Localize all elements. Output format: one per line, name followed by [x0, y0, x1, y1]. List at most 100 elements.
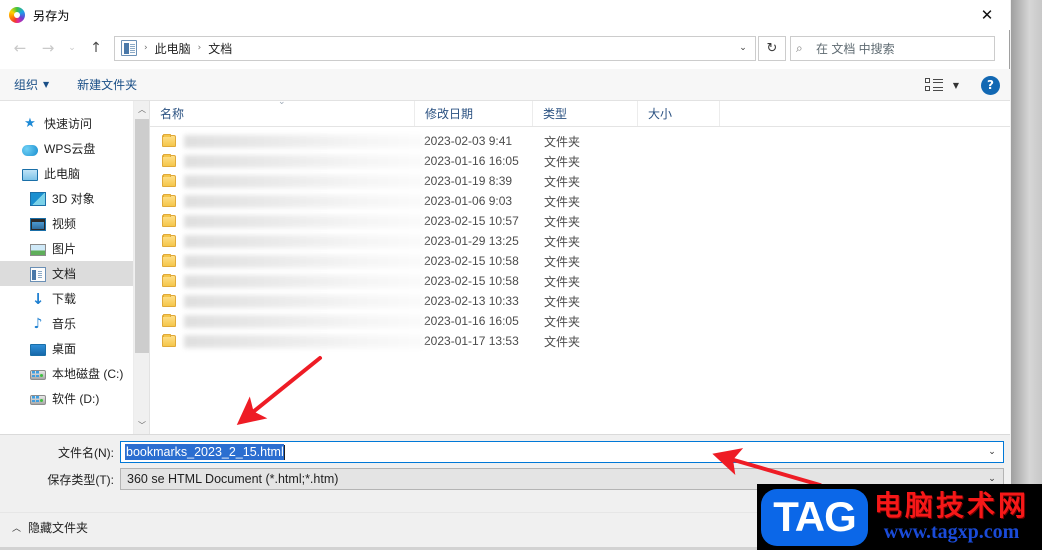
navigation-pane: ★ 快速访问 WPS云盘 此电脑 3D 对象视频图片文档 ↓ 下载 ♪ 音乐 桌面本地磁盘 (C:… — [0, 101, 133, 434]
close-button[interactable]: ✕ — [964, 0, 1010, 30]
table-row[interactable]: 2023-02-15 10:58 文件夹 — [150, 271, 1010, 291]
save-as-dialog-screenshot: 另存为 ✕ ← → ⌄ ↑ › 此电脑 › 文档 ⌄ ↻ ⌕ 在 文档 中搜索 — [0, 0, 1042, 550]
breadcrumb-item-documents[interactable]: 文档 — [205, 40, 235, 57]
sidebar-item-1[interactable]: WPS云盘 — [0, 136, 133, 161]
search-icon: ⌕ — [796, 40, 803, 55]
filename-dropdown-icon[interactable]: ⌄ — [981, 442, 1003, 462]
column-label-name: 名称 — [160, 107, 185, 121]
file-date: 2023-01-29 13:25 — [424, 234, 519, 248]
sidebar-item-9[interactable]: 桌面 — [0, 336, 133, 361]
local-disk-c-icon — [30, 370, 46, 380]
file-date: 2023-02-13 10:33 — [424, 294, 519, 308]
table-row[interactable]: 2023-02-15 10:58 文件夹 — [150, 251, 1010, 271]
refresh-button[interactable]: ↻ — [758, 35, 786, 61]
recent-locations-button[interactable]: ⌄ — [62, 34, 82, 62]
breadcrumb-item-this-pc[interactable]: 此电脑 — [152, 40, 194, 57]
filename-label: 文件名(N): — [58, 445, 114, 460]
navigation-pane-scrollbar[interactable]: ︿ ﹀ — [133, 101, 149, 434]
watermark-text-block: 电脑技术网 www.tagxp.com — [874, 490, 1030, 543]
downloads-icon: ↓ — [31, 289, 45, 308]
address-bar[interactable]: › 此电脑 › 文档 ⌄ — [114, 35, 756, 61]
column-header-date[interactable]: 修改日期 — [415, 101, 533, 126]
scrollbar-thumb[interactable] — [135, 119, 149, 353]
sidebar-item-label: 视频 — [52, 217, 77, 231]
column-label-size: 大小 — [648, 107, 673, 121]
view-options-icon[interactable] — [924, 78, 943, 92]
folder-icon — [162, 274, 176, 287]
folder-icon — [162, 314, 176, 327]
sidebar-item-8[interactable]: ♪ 音乐 — [0, 311, 133, 336]
table-row[interactable]: 2023-01-17 13:53 文件夹 — [150, 331, 1010, 351]
sidebar-item-label: 图片 — [52, 242, 77, 256]
up-button[interactable]: ↑ — [82, 34, 110, 62]
sidebar-item-4[interactable]: 视频 — [0, 211, 133, 236]
breadcrumb-separator: › — [197, 43, 202, 53]
sidebar-item-0[interactable]: ★ 快速访问 — [0, 111, 133, 136]
file-type: 文件夹 — [544, 234, 581, 249]
address-dropdown-icon[interactable]: ⌄ — [731, 37, 755, 60]
back-button[interactable]: ← — [6, 34, 34, 62]
folder-icon — [162, 334, 176, 347]
sidebar-item-5[interactable]: 图片 — [0, 236, 133, 261]
file-list-pane: 名称 ⌄ 修改日期 类型 大小 2023-02-03 9:41 文件夹 2023-0… — [150, 97, 1010, 434]
file-type: 文件夹 — [544, 174, 581, 189]
filename-value[interactable]: bookmarks_2023_2_15.html — [125, 444, 284, 460]
sidebar-item-6[interactable]: 文档 — [0, 261, 133, 286]
column-header-name[interactable]: 名称 ⌄ — [150, 97, 415, 126]
file-date: 2023-02-03 9:41 — [424, 134, 513, 148]
column-header-type[interactable]: 类型 — [533, 101, 638, 126]
desktop-background — [1011, 0, 1042, 550]
quick-access-star-icon: ★ — [24, 115, 36, 131]
sort-ascending-icon: ⌄ — [278, 97, 286, 107]
file-type: 文件夹 — [544, 254, 581, 269]
search-box[interactable]: ⌕ 在 文档 中搜索 — [790, 35, 995, 61]
table-row[interactable]: 2023-01-06 9:03 文件夹 — [150, 191, 1010, 211]
new-folder-label: 新建文件夹 — [77, 78, 138, 92]
sidebar-item-label: 本地磁盘 (C:) — [52, 367, 124, 381]
folder-icon — [162, 254, 176, 267]
new-folder-button[interactable]: 新建文件夹 — [77, 76, 137, 93]
table-row[interactable]: 2023-01-29 13:25 文件夹 — [150, 231, 1010, 251]
wps-cloud-icon — [22, 144, 38, 156]
app-logo-icon — [9, 7, 25, 23]
folder-icon — [162, 194, 176, 207]
organize-label: 组织 — [14, 78, 39, 92]
table-row[interactable]: 2023-01-16 16:05 文件夹 — [150, 311, 1010, 331]
drive-d-icon — [30, 395, 46, 405]
sidebar-item-2[interactable]: 此电脑 — [0, 161, 133, 186]
folder-icon — [162, 234, 176, 247]
sidebar-item-7[interactable]: ↓ 下载 — [0, 286, 133, 311]
file-name-redacted — [184, 334, 424, 348]
scroll-down-icon[interactable]: ﹀ — [134, 417, 150, 434]
file-name-redacted — [184, 214, 424, 228]
filetype-value: 360 se HTML Document (*.html;*.htm) — [127, 472, 339, 486]
filename-input[interactable]: bookmarks_2023_2_15.html ⌄ — [120, 441, 1004, 463]
sidebar-item-10[interactable]: 本地磁盘 (C:) — [0, 361, 133, 386]
sidebar-item-3[interactable]: 3D 对象 — [0, 186, 133, 211]
desktop-icon — [30, 343, 46, 356]
table-row[interactable]: 2023-01-19 8:39 文件夹 — [150, 171, 1010, 191]
scroll-up-icon[interactable]: ︿ — [134, 101, 150, 118]
file-type: 文件夹 — [544, 294, 581, 309]
watermark-site-name: 电脑技术网 — [874, 490, 1030, 522]
forward-button[interactable]: → — [34, 34, 62, 62]
column-header-size[interactable]: 大小 — [638, 101, 720, 126]
view-options-caret-icon[interactable]: ▼ — [953, 81, 959, 90]
file-type: 文件夹 — [544, 194, 581, 209]
sidebar-item-11[interactable]: 软件 (D:) — [0, 386, 133, 411]
file-date: 2023-01-19 8:39 — [424, 174, 513, 188]
table-row[interactable]: 2023-02-03 9:41 文件夹 — [150, 131, 1010, 151]
organize-button[interactable]: 组织 ▼ — [14, 76, 49, 93]
table-row[interactable]: 2023-01-16 16:05 文件夹 — [150, 151, 1010, 171]
folder-icon — [162, 214, 176, 227]
videos-icon — [30, 218, 46, 231]
hide-folders-button[interactable]: ︿ 隐藏文件夹 — [12, 519, 88, 536]
file-date: 2023-01-16 16:05 — [424, 314, 519, 328]
help-icon[interactable]: ? — [981, 75, 1000, 95]
address-folder-icon — [121, 40, 137, 56]
file-date: 2023-01-17 13:53 — [424, 334, 519, 348]
search-input[interactable]: 在 文档 中搜索 — [816, 40, 895, 57]
table-row[interactable]: 2023-02-15 10:57 文件夹 — [150, 211, 1010, 231]
folder-icon — [162, 154, 176, 167]
table-row[interactable]: 2023-02-13 10:33 文件夹 — [150, 291, 1010, 311]
